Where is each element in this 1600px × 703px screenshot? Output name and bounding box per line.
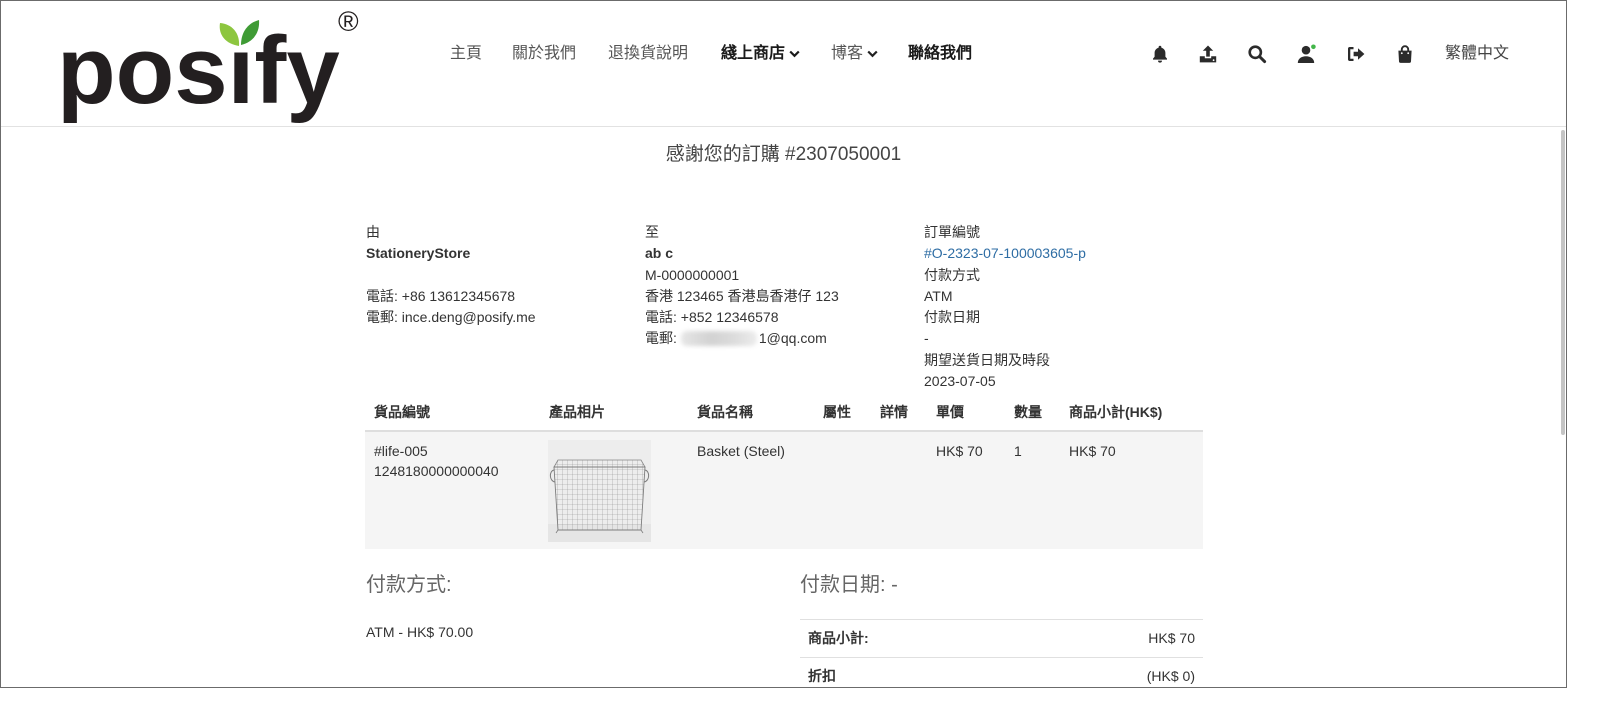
order-info-block: 訂單編號 #O-2323-07-100003605-p 付款方式 ATM 付款日… [924, 222, 1204, 392]
nav-return-policy[interactable]: 退換貨說明 [608, 44, 688, 64]
chevron-down-icon[interactable] [789, 50, 800, 58]
search-button[interactable] [1247, 44, 1267, 64]
sender-heading: 由 [366, 224, 380, 240]
redacted-email-blur [680, 331, 757, 347]
payment-date-value: - [924, 330, 929, 347]
details-cell [871, 432, 927, 549]
totals-row-subtotal: 商品小計: HK$ 70 [800, 619, 1203, 657]
nav-home[interactable]: 主頁 [450, 44, 482, 64]
column-header-attributes: 屬性 [823, 404, 851, 420]
nav-return-policy-label[interactable]: 退換貨說明 [608, 44, 688, 64]
product-photo[interactable] [548, 440, 651, 542]
browser-viewport: posify ® 主頁 關於我們 退換貨說明 綫上商店 博客 聯絡我們 繁體中文… [0, 0, 1567, 688]
subtotal-value: HK$ 70 [1148, 630, 1195, 646]
bell-icon[interactable] [1150, 44, 1170, 64]
user-icon[interactable] [1296, 44, 1316, 64]
upload-icon[interactable] [1198, 44, 1218, 64]
sender-phone: 電話: +86 13612345678 [366, 287, 516, 304]
payment-method-value: ATM [924, 287, 953, 304]
unit-price: HK$ 70 [936, 443, 983, 459]
online-status-dot [1311, 44, 1316, 50]
sender-name: StationeryStore [366, 245, 471, 262]
sender-block: 由 StationeryStore 電話: +86 13612345678 電郵… [366, 222, 636, 328]
sku-code: #life-005 [374, 443, 428, 459]
svg-text:®: ® [338, 8, 359, 37]
nav-online-shop[interactable]: 綫上商店 [721, 44, 800, 64]
payment-method-heading: 付款方式: [366, 574, 452, 596]
page: posify ® 主頁 關於我們 退換貨說明 綫上商店 博客 聯絡我們 繁體中文… [0, 0, 1600, 703]
recipient-heading: 至 [645, 224, 659, 240]
posify-logo[interactable]: posify ® [60, 8, 370, 123]
page-title: 感謝您的訂購 #2307050001 [665, 144, 902, 165]
recipient-address: 香港 123465 香港島香港仔 123 [645, 287, 839, 304]
table-row: #life-005 1248180000000040 Basket (Steel… [365, 432, 1203, 549]
recipient-member-id: M-0000000001 [645, 266, 740, 283]
recipient-email-suffix: 1@qq.com [758, 330, 827, 347]
nav-about-us-label[interactable]: 關於我們 [512, 44, 576, 64]
items-table-header: 貨品編號 產品相片 貨品名稱 屬性 詳情 單價 數量 商品小計(HK$) [365, 400, 1203, 432]
payment-method-line: ATM - HK$ 70.00 [366, 624, 474, 640]
payment-method-label: 付款方式 [924, 266, 980, 283]
nav-blog[interactable]: 博客 [831, 44, 878, 64]
recipient-phone: 電話: +852 12346578 [645, 309, 779, 326]
recipient-email-label: 電郵: [645, 330, 677, 347]
chevron-down-icon[interactable] [867, 50, 878, 58]
recipient-block: 至 ab c M-0000000001 香港 123465 香港島香港仔 123… [645, 222, 915, 350]
line-subtotal: HK$ 70 [1069, 443, 1116, 459]
column-header-unit-price: 單價 [936, 404, 964, 420]
photo-cell [540, 432, 688, 549]
language-selector[interactable]: 繁體中文 [1445, 44, 1509, 64]
notifications-button[interactable] [1150, 44, 1170, 64]
column-header-subtotal: 商品小計(HK$) [1069, 404, 1163, 420]
nav-home-label[interactable]: 主頁 [450, 44, 482, 64]
sign-out-icon[interactable] [1346, 44, 1366, 64]
search-icon[interactable] [1247, 44, 1267, 64]
upload-button[interactable] [1198, 44, 1218, 64]
nav-contact-us[interactable]: 聯絡我們 [908, 44, 972, 64]
quantity: 1 [1014, 443, 1022, 459]
recipient-email: 電郵: 1@qq.com [645, 328, 915, 349]
subtotal-label: 商品小計: [808, 630, 869, 646]
svg-text:posify: posify [60, 17, 340, 123]
product-name: Basket (Steel) [697, 443, 785, 459]
totals-row-discount: 折扣 (HK$ 0) [800, 657, 1203, 688]
delivery-label: 期望送貨日期及時段 [924, 351, 1050, 368]
column-header-photo: 產品相片 [549, 404, 605, 420]
sender-email: 電郵: ince.deng@posify.me [366, 309, 536, 326]
cart-button[interactable] [1395, 44, 1415, 64]
discount-value: (HK$ 0) [1146, 668, 1195, 684]
shopping-bag-icon[interactable] [1395, 44, 1415, 64]
nav-online-shop-label[interactable]: 綫上商店 [721, 44, 785, 64]
nav-contact-us-label[interactable]: 聯絡我們 [908, 44, 972, 64]
nav-about-us[interactable]: 關於我們 [512, 44, 576, 64]
payment-date-label: 付款日期 [924, 309, 980, 326]
account-button[interactable] [1296, 44, 1316, 64]
totals-table: 商品小計: HK$ 70 折扣 (HK$ 0) [800, 619, 1203, 688]
column-header-quantity: 數量 [1014, 404, 1042, 420]
recipient-name: ab c [645, 245, 674, 262]
column-header-sku: 貨品編號 [374, 404, 430, 420]
nav-blog-label[interactable]: 博客 [831, 44, 863, 64]
header-divider [1, 126, 1566, 127]
discount-label: 折扣 [808, 668, 836, 684]
barcode: 1248180000000040 [374, 463, 499, 479]
order-number-link[interactable]: #O-2323-07-100003605-p [924, 243, 1204, 264]
column-header-name: 貨品名稱 [697, 404, 753, 420]
order-number-label: 訂單編號 [924, 224, 980, 240]
logout-button[interactable] [1346, 44, 1366, 64]
vertical-scrollbar-thumb[interactable] [1561, 130, 1565, 435]
column-header-details: 詳情 [880, 404, 908, 420]
delivery-date-value: 2023-07-05 [924, 373, 996, 390]
attributes-cell [814, 432, 871, 549]
payment-date-heading: 付款日期: - [800, 574, 898, 596]
sku-cell: #life-005 1248180000000040 [365, 432, 540, 549]
